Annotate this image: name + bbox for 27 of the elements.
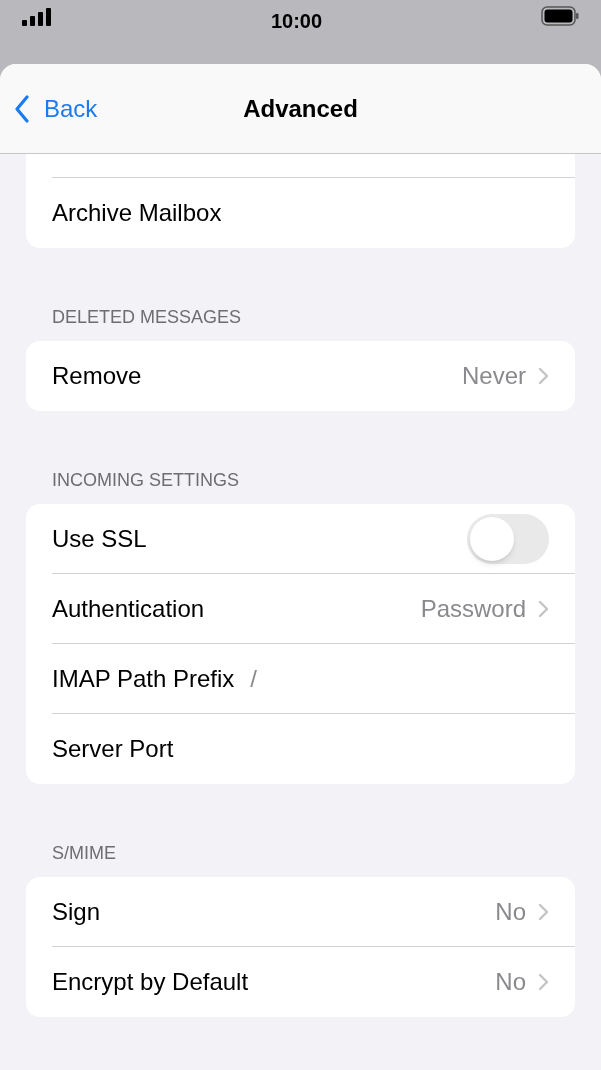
chevron-icon xyxy=(538,367,549,385)
signal-icon xyxy=(22,8,52,26)
back-chevron-icon xyxy=(14,94,30,123)
battery-icon xyxy=(541,6,579,26)
text-field[interactable]: / xyxy=(250,661,549,697)
row-label: Remove xyxy=(52,361,142,391)
row-label: Authentication xyxy=(52,594,205,624)
chevron-icon xyxy=(538,903,549,921)
row-label: Server Port xyxy=(52,734,174,764)
row-value: No xyxy=(495,967,526,997)
row-label: IMAP Path Prefix xyxy=(52,664,235,694)
row-value: Password xyxy=(420,594,526,624)
section-header: S/MIME xyxy=(51,842,117,865)
row-value: Never xyxy=(461,361,526,391)
row-label: Encrypt by Default xyxy=(52,967,249,997)
row-label: Archive Mailbox xyxy=(52,198,222,228)
status-time: 10:00 xyxy=(270,9,323,34)
chevron-icon xyxy=(538,973,549,991)
chevron-icon xyxy=(538,600,549,618)
row-label: Sign xyxy=(52,897,101,927)
row-value: No xyxy=(495,897,526,927)
nav-title: Advanced xyxy=(243,93,358,124)
back-button[interactable]: Back xyxy=(0,90,98,127)
row-label: Use SSL xyxy=(52,524,147,554)
section-header: DELETED MESSAGES xyxy=(51,306,243,329)
toggle-switch[interactable] xyxy=(467,514,549,564)
section-header: INCOMING SETTINGS xyxy=(51,469,240,492)
